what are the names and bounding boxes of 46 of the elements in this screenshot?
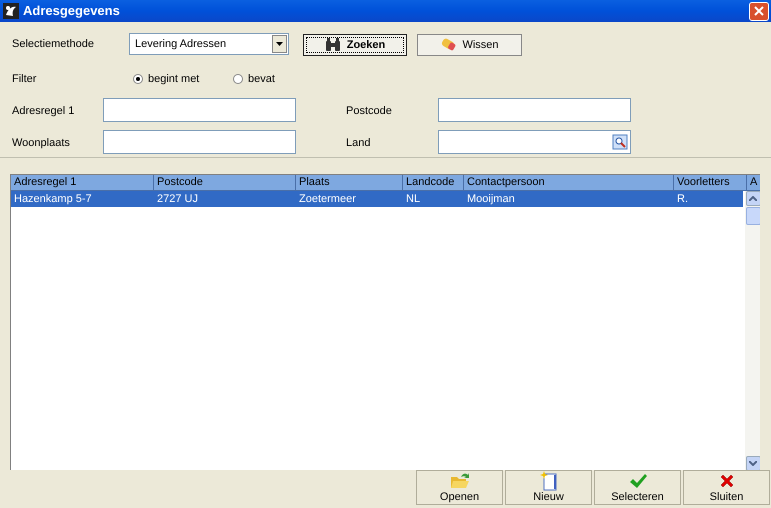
column-header[interactable]: Landcode: [403, 175, 464, 191]
table-cell-text: 2727 UJ: [156, 192, 199, 207]
field-label: Adresregel 1: [12, 104, 74, 119]
input-field[interactable]: [438, 130, 631, 154]
field-label: Filter: [12, 72, 36, 87]
window-title: Adresgegevens: [23, 2, 121, 20]
folder-icon: [450, 472, 470, 490]
close-icon: [753, 5, 765, 17]
column-header[interactable]: Voorletters: [674, 175, 747, 191]
eraser-icon: [440, 38, 456, 52]
table-cell-text: Zoetermeer: [298, 192, 357, 207]
toolbar-button[interactable]: Wissen: [417, 34, 522, 56]
action-button[interactable]: Sluiten: [683, 470, 770, 505]
close-button[interactable]: [749, 2, 769, 20]
column-header[interactable]: Postcode: [154, 175, 296, 191]
table-cell-text: R.: [676, 192, 689, 207]
column-header[interactable]: Plaats: [296, 175, 403, 191]
dropdown[interactable]: Levering Adressen: [129, 33, 289, 55]
scroll-down-icon[interactable]: [746, 456, 760, 470]
input-field[interactable]: [103, 130, 296, 154]
field-label: Postcode: [346, 104, 392, 119]
scroll-up-icon[interactable]: [746, 191, 760, 206]
column-header[interactable]: Contactpersoon: [464, 175, 674, 191]
action-button[interactable]: Selecteren: [594, 470, 681, 505]
radio-option[interactable]: bevat: [233, 71, 275, 88]
action-button[interactable]: Openen: [416, 470, 503, 505]
field-label: Land: [346, 136, 370, 151]
table-cell-text: Mooijman: [466, 192, 516, 207]
column-header[interactable]: A: [747, 175, 760, 191]
table-cell-text: Hazenkamp 5-7: [13, 192, 93, 207]
app-icon: [3, 3, 19, 19]
toolbar-button[interactable]: Zoeken: [303, 34, 407, 56]
field-label: Selectiemethode: [12, 37, 94, 52]
input-field[interactable]: [103, 98, 296, 122]
table-cell-text: NL: [405, 192, 422, 207]
binoculars-icon: [324, 38, 341, 52]
table-row[interactable]: Hazenkamp 5-7 2727 UJ Zoetermeer NL Mooijman R.: [11, 191, 743, 207]
input-field[interactable]: [438, 98, 631, 122]
field-label: Woonplaats: [12, 136, 70, 151]
scrollbar[interactable]: [745, 191, 760, 470]
scroll-thumb[interactable]: [746, 207, 760, 225]
caret-icon: [272, 35, 287, 53]
lookup-icon: [612, 134, 628, 150]
action-button[interactable]: Nieuw: [505, 470, 592, 505]
radio-option[interactable]: begint met: [133, 71, 200, 88]
column-header[interactable]: Adresregel 1: [11, 175, 154, 191]
